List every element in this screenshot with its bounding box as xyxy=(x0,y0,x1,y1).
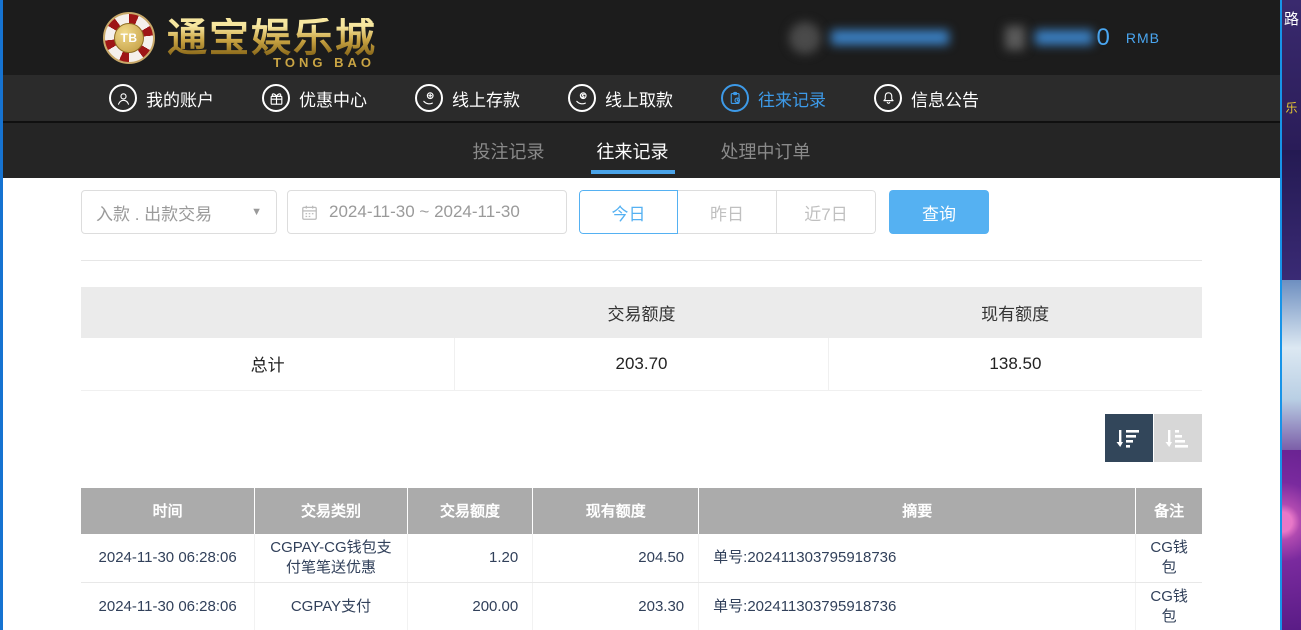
strip-top-segment: 路 乐 xyxy=(1282,0,1301,150)
tab-transaction-records[interactable]: 往来记录 xyxy=(593,123,673,178)
records-col-header: 摘要 xyxy=(699,488,1136,534)
summary-header-current: 现有额度 xyxy=(828,287,1202,338)
transaction-type-select[interactable]: 入款 . 出款交易 ▼ xyxy=(81,190,277,234)
records-cell-time: 2024-11-30 06:28:06 xyxy=(81,583,255,630)
calendar-icon xyxy=(300,203,319,222)
records-col-header: 交易类别 xyxy=(255,488,407,534)
records-cell-balance: 204.50 xyxy=(533,534,699,583)
deposit-icon xyxy=(415,84,443,112)
records-col-header: 备注 xyxy=(1136,488,1202,534)
brand-logo[interactable]: TB 通宝娱乐城 TONG BAO xyxy=(103,12,377,64)
records-cell-note: CG钱包 xyxy=(1136,534,1202,583)
nav-label: 线上取款 xyxy=(605,86,673,111)
main-navigation: 我的账户 优惠中心 线上存款 线上取款 xyxy=(3,75,1280,123)
records-cell-note: CG钱包 xyxy=(1136,583,1202,630)
announcement-bell-icon xyxy=(874,84,902,112)
sort-descending-button[interactable] xyxy=(1105,414,1153,462)
sub-tabs: 投注记录 往来记录 处理中订单 xyxy=(3,123,1280,178)
nav-label: 优惠中心 xyxy=(299,86,367,111)
date-range-input[interactable]: 2024-11-30 ~ 2024-11-30 xyxy=(287,190,567,234)
filter-row: 入款 . 出款交易 ▼ 2024-11-30 ~ 2024-11-30 今日 昨… xyxy=(81,190,1202,234)
records-cell-summary: 单号:202411303795918736 xyxy=(699,583,1136,630)
records-cell-amount: 200.00 xyxy=(407,583,533,630)
summary-transaction-total: 203.70 xyxy=(455,338,829,390)
records-body: 2024-11-30 06:28:06CGPAY-CG钱包支付笔笔送优惠1.20… xyxy=(81,534,1202,630)
nav-label: 线上存款 xyxy=(452,86,520,111)
tab-pending-orders[interactable]: 处理中订单 xyxy=(717,123,815,178)
summary-header-transaction: 交易额度 xyxy=(455,287,829,338)
sort-descending-icon xyxy=(1115,424,1143,452)
sort-controls xyxy=(81,414,1202,462)
brand-text: 通宝娱乐城 TONG BAO xyxy=(167,18,377,58)
yesterday-button[interactable]: 昨日 xyxy=(678,190,777,234)
records-cell-type: CGPAY-CG钱包支付笔笔送优惠 xyxy=(255,534,407,583)
sort-ascending-button[interactable] xyxy=(1154,414,1202,462)
avatar[interactable] xyxy=(789,22,821,54)
chip-monogram: TB xyxy=(114,23,144,53)
nav-label: 往来记录 xyxy=(758,86,826,111)
summary-table: 交易额度 现有额度 总计 203.70 138.50 xyxy=(81,287,1202,391)
records-header-row: 时间交易类别交易额度现有额度摘要备注 xyxy=(81,488,1202,534)
nav-label: 信息公告 xyxy=(911,86,979,111)
table-row: 2024-11-30 06:28:06CGPAY支付200.00203.30单号… xyxy=(81,583,1202,630)
records-icon xyxy=(721,84,749,112)
app-window: TB 通宝娱乐城 TONG BAO 0 RMB xyxy=(3,0,1280,630)
records-cell-summary: 单号:202411303795918736 xyxy=(699,534,1136,583)
quick-range-group: 今日 昨日 近7日 xyxy=(579,190,876,234)
currency-label: RMB xyxy=(1126,30,1160,46)
poker-chip-icon: TB xyxy=(103,12,155,64)
records-col-header: 现有额度 xyxy=(533,488,699,534)
strip-candy-segment xyxy=(1282,450,1301,630)
nav-item-withdraw[interactable]: 线上取款 xyxy=(568,84,673,112)
top-header: TB 通宝娱乐城 TONG BAO 0 RMB xyxy=(3,0,1280,75)
side-game-strip[interactable]: 路 乐 xyxy=(1280,0,1301,630)
username-redacted xyxy=(831,30,949,45)
nav-item-deposit[interactable]: 线上存款 xyxy=(415,84,520,112)
records-cell-type: CGPAY支付 xyxy=(255,583,407,630)
summary-total-row: 总计 203.70 138.50 xyxy=(81,338,1202,390)
wallet-icon xyxy=(1005,26,1025,50)
nav-item-my-account[interactable]: 我的账户 xyxy=(109,84,214,112)
balance-redacted xyxy=(1035,30,1093,45)
left-edge-line xyxy=(0,0,3,630)
summary-header-row: 交易额度 现有额度 xyxy=(81,287,1202,338)
summary-total-label: 总计 xyxy=(81,338,455,390)
search-button[interactable]: 查询 xyxy=(889,190,989,234)
date-range-value: 2024-11-30 ~ 2024-11-30 xyxy=(329,202,520,222)
user-icon xyxy=(109,84,137,112)
strip-purple-segment xyxy=(1282,150,1301,280)
records-table: 时间交易类别交易额度现有额度摘要备注 2024-11-30 06:28:06CG… xyxy=(81,488,1202,630)
content-area: 入款 . 出款交易 ▼ 2024-11-30 ~ 2024-11-30 今日 昨… xyxy=(3,178,1280,630)
page: TB 通宝娱乐城 TONG BAO 0 RMB xyxy=(0,0,1301,630)
gift-icon xyxy=(262,84,290,112)
nav-item-promotions[interactable]: 优惠中心 xyxy=(262,84,367,112)
user-info: 0 RMB xyxy=(789,0,1160,75)
balance-visible-digit: 0 xyxy=(1097,24,1110,52)
chevron-down-icon: ▼ xyxy=(251,206,262,218)
records-cell-balance: 203.30 xyxy=(533,583,699,630)
transaction-type-value: 入款 . 出款交易 xyxy=(96,200,212,225)
today-button[interactable]: 今日 xyxy=(579,190,678,234)
nav-item-transaction-records[interactable]: 往来记录 xyxy=(721,84,826,112)
strip-small-text: 乐 xyxy=(1282,99,1301,116)
withdraw-icon xyxy=(568,84,596,112)
table-row: 2024-11-30 06:28:06CGPAY-CG钱包支付笔笔送优惠1.20… xyxy=(81,534,1202,583)
nav-label: 我的账户 xyxy=(146,86,214,111)
summary-current-total: 138.50 xyxy=(828,338,1202,390)
records-col-header: 交易额度 xyxy=(407,488,533,534)
strip-creature-segment xyxy=(1282,280,1301,450)
sort-ascending-icon xyxy=(1164,424,1192,452)
tab-betting-records[interactable]: 投注记录 xyxy=(469,123,549,178)
records-col-header: 时间 xyxy=(81,488,255,534)
brand-title: 通宝娱乐城 xyxy=(167,18,377,58)
strip-label: 路 xyxy=(1284,11,1299,28)
summary-header-empty xyxy=(81,287,455,338)
records-cell-amount: 1.20 xyxy=(407,534,533,583)
nav-item-announcements[interactable]: 信息公告 xyxy=(874,84,979,112)
brand-subtitle: TONG BAO xyxy=(273,55,375,70)
records-cell-time: 2024-11-30 06:28:06 xyxy=(81,534,255,583)
last7days-button[interactable]: 近7日 xyxy=(777,190,876,234)
section-divider xyxy=(81,260,1202,261)
